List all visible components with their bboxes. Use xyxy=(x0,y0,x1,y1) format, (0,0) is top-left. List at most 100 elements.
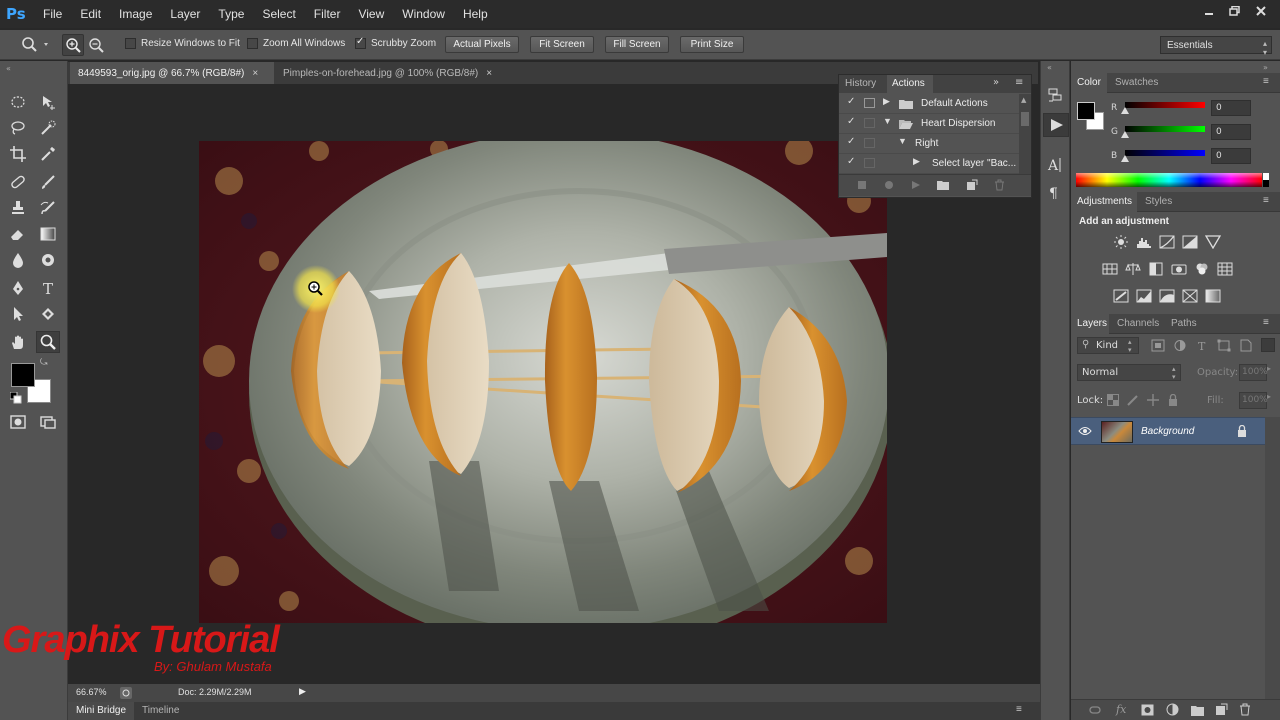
marquee-tool-icon[interactable] xyxy=(6,91,30,113)
swap-colors-icon[interactable]: ⤿ xyxy=(40,358,48,368)
fill-screen-button[interactable]: Fill Screen xyxy=(605,36,669,53)
collapse-panel-icon[interactable]: » xyxy=(993,77,999,88)
zoom-out-icon[interactable] xyxy=(86,35,106,58)
gradient-map-icon[interactable] xyxy=(1204,288,1222,304)
move-tool-icon[interactable] xyxy=(36,91,60,113)
tab-adjustments[interactable]: Adjustments xyxy=(1077,196,1132,207)
path-selection-tool-icon[interactable] xyxy=(6,303,30,325)
photo-filter-icon[interactable] xyxy=(1170,261,1188,277)
print-size-button[interactable]: Print Size xyxy=(680,36,744,53)
scrollbar-thumb[interactable] xyxy=(1021,112,1029,126)
record-icon[interactable] xyxy=(884,180,894,190)
levels-icon[interactable] xyxy=(1135,234,1153,250)
type-filter-icon[interactable]: T xyxy=(1195,339,1209,355)
pixel-filter-icon[interactable] xyxy=(1151,339,1165,355)
menu-layer[interactable]: Layer xyxy=(161,7,209,21)
collapse-toolbox-icon[interactable]: « xyxy=(6,64,11,73)
scroll-up-icon[interactable]: ▲ xyxy=(1021,96,1026,104)
menu-image[interactable]: Image xyxy=(110,7,161,21)
action-row[interactable]: ✓ ▼ Right xyxy=(839,134,1019,154)
menu-type[interactable]: Type xyxy=(209,7,253,21)
color-foreground-front[interactable] xyxy=(1077,102,1095,120)
stop-icon[interactable] xyxy=(857,180,867,190)
lock-transparent-icon[interactable] xyxy=(1107,394,1119,409)
default-colors-icon[interactable] xyxy=(9,391,22,407)
actual-pixels-button[interactable]: Actual Pixels xyxy=(445,36,519,53)
filter-kind-select[interactable]: ⚲ Kind ▴ ▾ xyxy=(1077,337,1139,354)
paragraph-panel-icon[interactable]: ¶ xyxy=(1046,183,1064,206)
eyedropper-tool-icon[interactable] xyxy=(36,143,60,165)
zoom-all-box[interactable] xyxy=(247,38,258,49)
opacity-field[interactable]: 100% xyxy=(1239,364,1268,381)
expand-dock-icon[interactable]: « xyxy=(1047,63,1052,72)
panel-menu-icon[interactable]: ≡ xyxy=(1263,76,1269,87)
fit-screen-button[interactable]: Fit Screen xyxy=(530,36,594,53)
new-adjustment-layer-icon[interactable] xyxy=(1166,703,1179,716)
check-icon[interactable]: ✓ xyxy=(847,136,855,147)
new-action-icon[interactable] xyxy=(966,179,978,191)
posterize-icon[interactable] xyxy=(1135,288,1153,304)
pen-tool-icon[interactable] xyxy=(6,277,30,299)
slider-thumb-icon[interactable] xyxy=(1121,155,1129,162)
tab-history[interactable]: History xyxy=(845,78,876,89)
threshold-icon[interactable] xyxy=(1158,288,1176,304)
blue-slider[interactable] xyxy=(1125,150,1205,156)
delete-layer-icon[interactable] xyxy=(1239,703,1251,716)
action-row[interactable]: ✓ ▼ Heart Dispersion xyxy=(839,114,1019,134)
foreground-color-front[interactable] xyxy=(11,363,35,387)
color-spectrum-ramp[interactable] xyxy=(1076,173,1262,187)
black-white-icon[interactable] xyxy=(1147,261,1165,277)
lasso-tool-icon[interactable] xyxy=(6,117,30,139)
eraser-tool-icon[interactable] xyxy=(6,223,30,245)
curves-icon[interactable] xyxy=(1158,234,1176,250)
expand-arrow-icon[interactable]: ▶ xyxy=(913,156,920,167)
menu-help[interactable]: Help xyxy=(454,7,497,21)
fx-icon[interactable]: fx xyxy=(1116,703,1126,716)
scrubby-zoom-box[interactable] xyxy=(355,36,366,49)
new-layer-icon[interactable] xyxy=(1215,703,1228,716)
blend-mode-select[interactable]: Normal ▴ ▾ xyxy=(1077,364,1181,381)
menu-view[interactable]: View xyxy=(349,7,393,21)
layer-name[interactable]: Background xyxy=(1141,426,1194,437)
action-row[interactable]: ✓ ▶ Default Actions xyxy=(839,94,1019,114)
slider-thumb-icon[interactable] xyxy=(1121,131,1129,138)
check-icon[interactable]: ✓ xyxy=(847,96,855,107)
close-tab-icon[interactable]: × xyxy=(486,68,492,79)
color-lookup-icon[interactable] xyxy=(1216,261,1234,277)
actions-scrollbar[interactable]: ▲ xyxy=(1019,94,1031,174)
hue-saturation-icon[interactable] xyxy=(1101,261,1119,277)
adjustment-filter-icon[interactable] xyxy=(1173,339,1187,355)
fill-dropdown-icon[interactable]: ▸ xyxy=(1267,392,1271,401)
slider-thumb-icon[interactable] xyxy=(1121,107,1129,114)
expand-arrow-icon[interactable]: ▶ xyxy=(883,96,890,107)
dialog-toggle-icon[interactable] xyxy=(864,118,875,128)
dodge-tool-icon[interactable] xyxy=(36,249,60,271)
opacity-dropdown-icon[interactable]: ▸ xyxy=(1267,364,1271,373)
dialog-toggle-icon[interactable] xyxy=(864,98,875,108)
healing-brush-tool-icon[interactable] xyxy=(6,171,30,193)
panel-menu-icon[interactable]: ≡ xyxy=(1263,195,1269,206)
quick-selection-tool-icon[interactable] xyxy=(36,117,60,139)
trash-icon[interactable] xyxy=(994,179,1005,191)
tab-layers[interactable]: Layers xyxy=(1077,318,1107,329)
tab-actions[interactable]: Actions xyxy=(892,78,925,89)
channel-mixer-icon[interactable] xyxy=(1193,261,1211,277)
fill-field[interactable]: 100% xyxy=(1239,392,1268,409)
brush-tool-icon[interactable] xyxy=(36,171,60,193)
filter-toggle-icon[interactable] xyxy=(1261,338,1275,352)
clone-stamp-tool-icon[interactable] xyxy=(6,197,30,219)
dialog-toggle-icon[interactable] xyxy=(864,158,875,168)
status-info-icon[interactable] xyxy=(120,687,132,699)
lock-pixels-icon[interactable] xyxy=(1127,394,1139,409)
screen-mode-icon[interactable] xyxy=(36,411,60,433)
crop-tool-icon[interactable] xyxy=(6,143,30,165)
selective-color-icon[interactable] xyxy=(1181,288,1199,304)
menu-edit[interactable]: Edit xyxy=(71,7,110,21)
smart-object-filter-icon[interactable] xyxy=(1239,339,1253,355)
collapse-arrow-icon[interactable]: ▼ xyxy=(883,116,892,126)
menu-file[interactable]: File xyxy=(34,7,71,21)
gradient-tool-icon[interactable] xyxy=(36,223,60,245)
action-row[interactable]: ✓ ▶ Select layer "Bac... ▼ xyxy=(839,154,1027,174)
menu-window[interactable]: Window xyxy=(393,7,454,21)
add-mask-icon[interactable] xyxy=(1141,704,1154,716)
